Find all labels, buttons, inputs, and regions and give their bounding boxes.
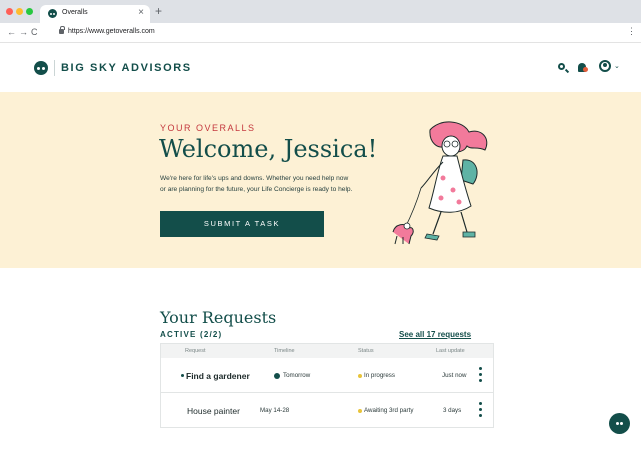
request-status: In progress (364, 372, 395, 379)
status-dot-icon (358, 374, 362, 378)
column-header-timeline: Timeline (274, 348, 295, 354)
maximize-window-icon[interactable] (26, 8, 33, 15)
address-bar[interactable]: https://www.getoveralls.com (68, 28, 155, 35)
request-timeline: Tomorrow (283, 372, 311, 379)
tab-close-icon[interactable]: × (138, 7, 144, 18)
column-header-last-update: Last update (436, 348, 465, 354)
hero-description-line: or are planning for the future, your Lif… (160, 186, 353, 193)
column-header-request: Request (185, 348, 206, 354)
logo-divider (54, 60, 55, 76)
welcome-hero: YOUR OVERALLS Welcome, Jessica! We're he… (0, 92, 641, 268)
reload-button[interactable]: C (31, 27, 38, 37)
woman-walking-dog-illustration (392, 121, 488, 245)
search-icon[interactable] (558, 63, 565, 70)
row-menu-icon[interactable] (479, 367, 483, 383)
browser-menu-button[interactable]: ⋮ (627, 26, 636, 37)
lock-icon[interactable] (59, 26, 65, 34)
browser-tab[interactable]: Overalls × (40, 5, 150, 23)
table-row[interactable]: Find a gardener Tomorrow In progress Jus… (161, 358, 493, 393)
request-name[interactable]: House painter (187, 406, 240, 416)
eyebrow-label: YOUR OVERALLS (160, 123, 256, 133)
request-status: Awaiting 3rd party (364, 407, 414, 414)
new-tab-button[interactable]: + (155, 4, 162, 18)
chevron-down-icon[interactable]: ⌄ (614, 62, 620, 70)
table-row[interactable]: House painter May 14-28 Awaiting 3rd par… (161, 393, 493, 428)
back-button[interactable]: ← (7, 27, 16, 37)
favicon-icon (48, 9, 57, 18)
see-all-requests-link[interactable]: See all 17 requests (399, 330, 471, 339)
app-header: BIG SKY ADVISORS ⌄ (0, 44, 641, 92)
requests-heading: Your Requests (160, 308, 277, 327)
clock-icon (274, 373, 280, 379)
chat-assistant-button[interactable] (609, 413, 630, 434)
requests-table: Request Timeline Status Last update Find… (160, 343, 494, 428)
request-last-update: 3 days (443, 407, 462, 414)
active-requests-label: ACTIVE (2/2) (160, 330, 223, 339)
column-header-status: Status (358, 348, 374, 354)
status-dot-icon (358, 409, 362, 413)
request-last-update: Just now (442, 372, 467, 379)
logo-icon[interactable] (34, 61, 48, 75)
browser-tab-bar: Overalls × + (0, 0, 641, 23)
hero-description-line: We're here for life's ups and downs. Whe… (160, 175, 349, 182)
request-name[interactable]: Find a gardener (186, 371, 250, 381)
row-menu-icon[interactable] (479, 402, 483, 418)
tab-title: Overalls (62, 9, 88, 16)
close-window-icon[interactable] (6, 8, 13, 15)
brand-name[interactable]: BIG SKY ADVISORS (61, 62, 192, 74)
minimize-window-icon[interactable] (16, 8, 23, 15)
submit-task-button[interactable]: SUBMIT A TASK (160, 211, 324, 237)
bell-icon[interactable] (578, 63, 588, 72)
forward-button[interactable]: → (19, 27, 28, 37)
hero-description: We're here for life's ups and downs. Whe… (160, 173, 400, 195)
table-header: Request Timeline Status Last update (161, 344, 493, 358)
request-timeline: May 14-28 (260, 407, 290, 414)
user-icon[interactable] (599, 60, 611, 72)
unread-indicator-icon (181, 374, 184, 377)
browser-toolbar: ← → C https://www.getoveralls.com ⋮ (0, 23, 641, 43)
welcome-heading: Welcome, Jessica! (159, 135, 378, 163)
